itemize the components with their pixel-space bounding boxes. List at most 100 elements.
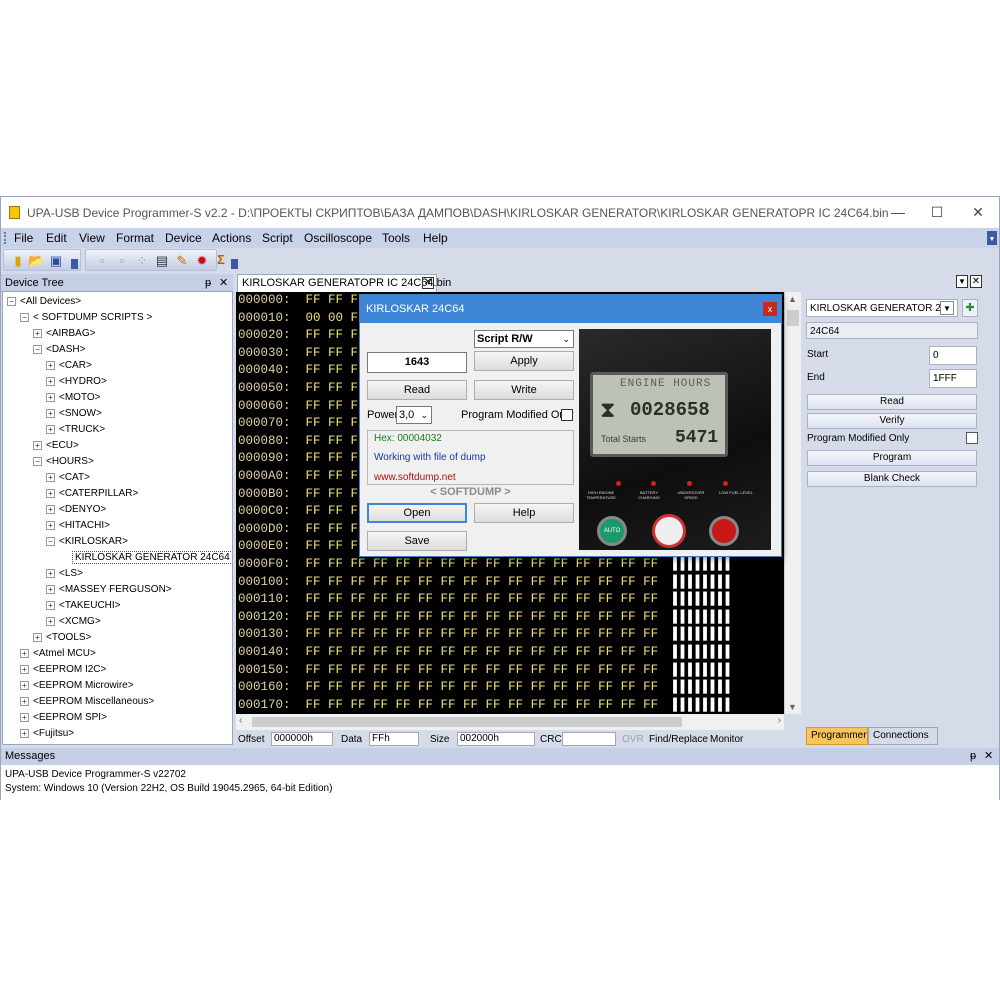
hex-bytes[interactable]: FF FF F xyxy=(306,504,359,518)
open-button[interactable]: Open xyxy=(367,503,467,523)
messages-close-icon[interactable]: ✕ xyxy=(984,748,993,765)
hex-bytes[interactable]: FF FF FF FF FF FF FF FF FF FF FF FF FF F… xyxy=(306,592,659,606)
tree-node[interactable]: + <Fujitsu> xyxy=(20,726,74,742)
tree-node[interactable]: + <AIRBAG> xyxy=(33,326,95,342)
panel-dropdown-icon[interactable]: ▼ xyxy=(956,275,968,288)
expand-icon[interactable]: + xyxy=(46,424,55,434)
toolbar-dropdown-2[interactable] xyxy=(231,259,238,269)
hex-row[interactable]: 000150: FF FF FF FF FF FF FF FF FF FF FF… xyxy=(238,663,733,681)
expand-icon[interactable]: + xyxy=(33,632,42,642)
tree-node[interactable]: + <Atmel MCU> xyxy=(20,646,96,662)
hex-bytes[interactable]: FF FF FF FF FF FF FF FF FF FF FF FF FF F… xyxy=(306,663,659,677)
tree-node[interactable]: KIRLOSKAR GENERATOR 24C64 xyxy=(72,550,232,566)
dialog-write-button[interactable]: Write xyxy=(474,380,574,400)
menu-script[interactable]: Script xyxy=(262,231,293,245)
hex-horizontal-scrollbar[interactable]: ‹ › xyxy=(236,714,784,730)
hex-ascii[interactable]: ▌▌▌▌▌▌▌▌ xyxy=(673,680,733,694)
hex-row[interactable]: 000080: FF FF F xyxy=(238,434,358,452)
tree-node[interactable]: + <TAKEUCHI> xyxy=(46,598,121,614)
hscroll-thumb[interactable] xyxy=(252,717,682,727)
tree-node[interactable]: + <DENYO> xyxy=(46,502,106,518)
document-icon[interactable]: ▤ xyxy=(154,253,170,269)
menu-format[interactable]: Format xyxy=(116,231,154,245)
hex-bytes[interactable]: FF FF F xyxy=(306,363,359,377)
hex-ascii[interactable]: ▌▌▌▌▌▌▌▌ xyxy=(673,698,733,712)
expand-icon[interactable]: + xyxy=(33,328,42,338)
hex-bytes[interactable]: FF FF F xyxy=(306,434,359,448)
hex-vertical-scrollbar[interactable]: ▲ ▼ xyxy=(784,292,801,714)
hex-ascii[interactable]: ▌▌▌▌▌▌▌▌ xyxy=(673,592,733,606)
hex-row[interactable]: 000070: FF FF F xyxy=(238,416,358,434)
scroll-thumb[interactable] xyxy=(787,310,799,326)
toolbar-dropdown[interactable] xyxy=(71,259,78,269)
hex-bytes[interactable]: FF FF F xyxy=(306,293,359,307)
sigma-icon[interactable]: Σ xyxy=(213,252,229,268)
dialog-read-button[interactable]: Read xyxy=(367,380,467,400)
hex-ascii[interactable]: ▌▌▌▌▌▌▌▌ xyxy=(673,627,733,641)
hex-bytes[interactable]: FF FF FF FF FF FF FF FF FF FF FF FF FF F… xyxy=(306,645,659,659)
hex-bytes[interactable]: FF FF F xyxy=(306,539,359,553)
value-input[interactable]: 1643 xyxy=(367,352,467,373)
expand-icon[interactable]: + xyxy=(46,472,55,482)
hex-row[interactable]: 000010: 00 00 F xyxy=(238,311,358,329)
expand-icon[interactable]: + xyxy=(20,712,29,722)
hex-row[interactable]: 0000F0: FF FF FF FF FF FF FF FF FF FF FF… xyxy=(238,557,733,575)
hex-bytes[interactable]: FF FF FF FF FF FF FF FF FF FF FF FF FF F… xyxy=(306,557,659,571)
expand-icon[interactable]: + xyxy=(33,440,42,450)
tree-node[interactable]: − <HOURS> xyxy=(33,454,94,470)
new-icon[interactable]: ▮ xyxy=(10,253,26,269)
collapse-icon[interactable]: − xyxy=(20,312,29,322)
tree-node[interactable]: + <LS> xyxy=(46,566,83,582)
hex-bytes[interactable]: FF FF F xyxy=(306,451,359,465)
close-button[interactable]: ✕ xyxy=(965,203,991,221)
blank-check-button[interactable]: Blank Check xyxy=(807,471,977,487)
hex-bytes[interactable]: 00 00 F xyxy=(306,311,359,325)
hex-bytes[interactable]: FF FF FF FF FF FF FF FF FF FF FF FF FF F… xyxy=(306,610,659,624)
collapse-icon[interactable]: − xyxy=(33,456,42,466)
tree-node[interactable]: + <CATERPILLAR> xyxy=(46,486,138,502)
scroll-up-icon[interactable]: ▲ xyxy=(788,294,797,304)
offset-field[interactable]: 000000h xyxy=(271,732,333,746)
tree-node[interactable]: + <EEPROM Microwire> xyxy=(20,678,134,694)
hex-bytes[interactable]: FF FF FF FF FF FF FF FF FF FF FF FF FF F… xyxy=(306,627,659,641)
tree-node[interactable]: + <TOOLS> xyxy=(33,630,91,646)
expand-icon[interactable]: + xyxy=(46,616,55,626)
save-icon[interactable]: ▣ xyxy=(48,253,64,269)
copy-icon[interactable]: ▫ xyxy=(114,253,130,269)
tree-node[interactable]: + <EEPROM I2C> xyxy=(20,662,106,678)
device-select-chevron-down-icon[interactable]: ▼ xyxy=(940,301,954,315)
script-mode-select[interactable]: Script R/W ⌄ xyxy=(474,330,574,348)
menu-file[interactable]: File xyxy=(14,231,33,245)
power-select[interactable]: 3,0 ⌄ xyxy=(396,406,432,424)
hex-row[interactable]: 0000D0: FF FF F xyxy=(238,522,358,540)
dialog-save-button[interactable]: Save xyxy=(367,531,467,551)
expand-icon[interactable]: + xyxy=(46,600,55,610)
monitor-link[interactable]: Monitor xyxy=(710,734,743,745)
find-replace-link[interactable]: Find/Replace xyxy=(649,734,708,745)
scroll-right-icon[interactable]: › xyxy=(778,715,781,726)
menu-actions[interactable]: Actions xyxy=(212,231,251,245)
apply-button[interactable]: Apply xyxy=(474,351,574,371)
hex-row[interactable]: 000110: FF FF FF FF FF FF FF FF FF FF FF… xyxy=(238,592,733,610)
dialog-help-button[interactable]: Help xyxy=(474,503,574,523)
menu-device[interactable]: Device xyxy=(165,231,202,245)
size-field[interactable]: 002000h xyxy=(457,732,535,746)
hex-row[interactable]: 0000C0: FF FF F xyxy=(238,504,358,522)
bug-icon[interactable]: ✹ xyxy=(194,253,210,269)
menu-edit[interactable]: Edit xyxy=(46,231,67,245)
read-button[interactable]: Read xyxy=(807,394,977,410)
expand-icon[interactable]: + xyxy=(46,488,55,498)
hex-row[interactable]: 000060: FF FF F xyxy=(238,399,358,417)
hex-bytes[interactable]: FF FF F xyxy=(306,469,359,483)
menu-tools[interactable]: Tools xyxy=(382,231,410,245)
hex-row[interactable]: 000050: FF FF F xyxy=(238,381,358,399)
messages-pin-icon[interactable]: ᵽ xyxy=(970,748,976,765)
hex-row[interactable]: 000120: FF FF FF FF FF FF FF FF FF FF FF… xyxy=(238,610,733,628)
document-tab-close-icon[interactable]: ✕ xyxy=(422,277,434,289)
menu-view[interactable]: View xyxy=(79,231,105,245)
hex-bytes[interactable]: FF FF F xyxy=(306,416,359,430)
tree-node[interactable]: + <MASSEY FERGUSON> xyxy=(46,582,172,598)
expand-icon[interactable]: + xyxy=(46,376,55,386)
maximize-button[interactable]: ☐ xyxy=(924,203,950,221)
paste-icon[interactable]: ⁘ xyxy=(134,253,150,269)
